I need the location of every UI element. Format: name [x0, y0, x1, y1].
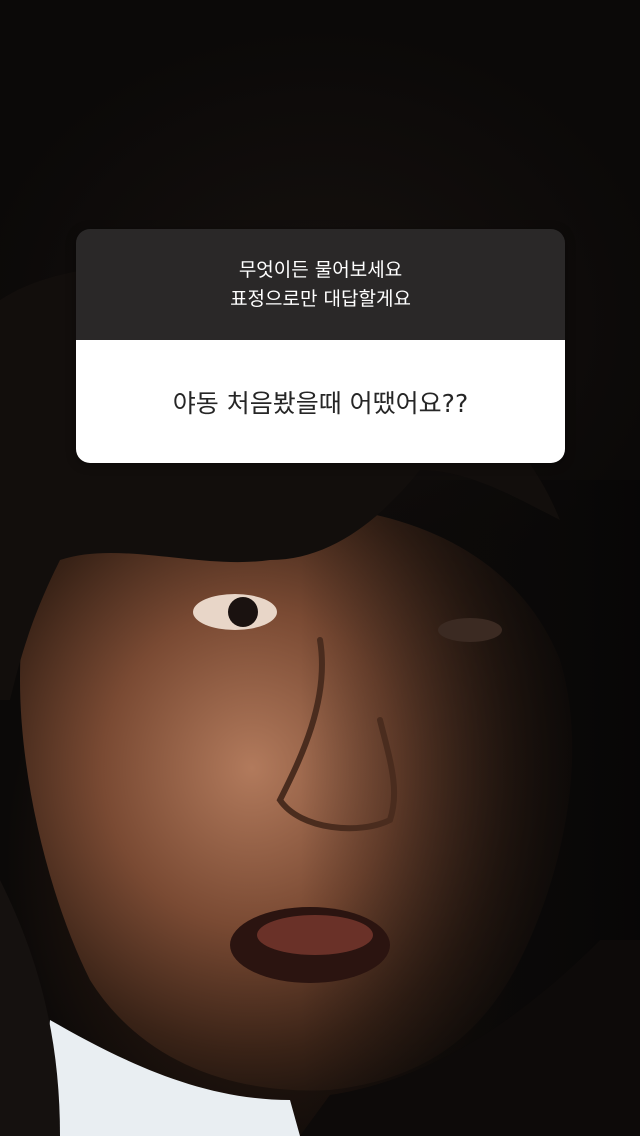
- question-prompt-header: 무엇이든 물어보세요 표정으로만 대답할게요: [76, 229, 565, 340]
- question-sticker[interactable]: 무엇이든 물어보세요 표정으로만 대답할게요 야동 처음봤을때 어땠어요??: [76, 229, 565, 463]
- prompt-line-1: 무엇이든 물어보세요: [238, 258, 403, 281]
- story-screen: 무엇이든 물어보세요 표정으로만 대답할게요 야동 처음봤을때 어땠어요??: [0, 0, 640, 1136]
- question-answer-body: 야동 처음봤을때 어땠어요??: [76, 340, 565, 463]
- question-text: 야동 처음봤을때 어땠어요??: [172, 388, 469, 418]
- prompt-line-2: 표정으로만 대답할게요: [230, 287, 411, 310]
- right-eye: [438, 618, 502, 642]
- background-photo: [0, 266, 640, 1136]
